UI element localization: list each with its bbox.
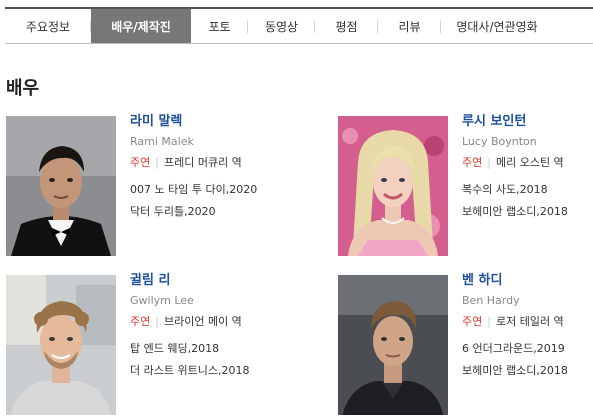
actor-photo[interactable]: [6, 275, 116, 415]
character-name: 브라이언 메이 역: [163, 315, 242, 328]
character-name: 프레디 머큐리 역: [163, 156, 242, 169]
filmography-item[interactable]: 더 라스트 위트니스,2018: [130, 360, 280, 382]
tab-bar: 주요정보 배우/제작진 포토 동영상 평점 리뷰 명대사/연관영화: [5, 7, 593, 44]
actor-english-name: Rami Malek: [130, 135, 194, 148]
tab-rating[interactable]: 평점: [315, 9, 378, 43]
actor-card: 벤 하디 Ben Hardy 주연 | 로저 테일러 역 6 언더그라운드,2019…: [338, 272, 593, 417]
filmography-item[interactable]: 탑 엔드 웨딩,2018: [130, 338, 280, 360]
filmography-list: 복수의 사도,2018 보헤미안 랩소디,2018: [462, 179, 593, 223]
tab-review[interactable]: 리뷰: [378, 9, 441, 43]
actor-photo[interactable]: [338, 275, 448, 415]
role-type: 주연: [462, 315, 483, 328]
actor-name-link[interactable]: 벤 하디: [462, 272, 593, 289]
tab-video[interactable]: 동영상: [248, 9, 315, 43]
actor-photo[interactable]: [338, 116, 448, 256]
actor-name-link[interactable]: 라미 말렉: [130, 113, 280, 130]
actor-portrait-blonde-pink-icon: [338, 116, 448, 256]
actor-card: 귈림 리 Gwilym Lee 주연 | 브라이언 메이 역 탑 엔드 웨딩,201…: [6, 273, 276, 417]
tab-label: 포토: [208, 19, 231, 34]
tab-quotes-related[interactable]: 명대사/연관영화: [441, 9, 553, 43]
tab-label: 배우/제작진: [111, 19, 171, 34]
role-divider: |: [155, 315, 159, 328]
actor-portrait-dark-suit-bowtie-icon: [6, 116, 116, 256]
tab-label: 동영상: [264, 19, 299, 34]
tab-label: 평점: [335, 19, 358, 34]
actor-role: 주연 | 브라이언 메이 역: [130, 314, 280, 329]
role-divider: |: [155, 156, 159, 169]
actor-english-name: Ben Hardy: [462, 294, 520, 307]
tab-label: 명대사/연관영화: [456, 19, 538, 34]
filmography-list: 6 언더그라운드,2019 보헤미안 랩소디,2018: [462, 338, 593, 382]
tab-main-info[interactable]: 주요정보: [5, 9, 91, 43]
actor-role: 주연 | 로저 테일러 역: [462, 314, 593, 329]
role-divider: |: [487, 315, 491, 328]
actor-role: 주연 | 메리 오스틴 역: [462, 155, 593, 170]
actor-english-name: Lucy Boynton: [462, 135, 537, 148]
actor-info: 벤 하디 Ben Hardy 주연 | 로저 테일러 역 6 언더그라운드,2019…: [462, 272, 593, 382]
actor-info: 루시 보인턴 Lucy Boynton 주연 | 메리 오스틴 역 복수의 사도,2…: [462, 113, 593, 223]
filmography-item[interactable]: 닥터 두리틀,2020: [130, 201, 280, 223]
filmography-list: 탑 엔드 웨딩,2018 더 라스트 위트니스,2018: [130, 338, 280, 382]
section-title: 배우: [6, 78, 40, 99]
filmography-item[interactable]: 복수의 사도,2018: [462, 179, 593, 201]
filmography-item[interactable]: 007 노 타임 투 다이,2020: [130, 179, 280, 201]
filmography-item[interactable]: 6 언더그라운드,2019: [462, 338, 593, 360]
actor-card: 루시 보인턴 Lucy Boynton 주연 | 메리 오스틴 역 복수의 사도,2…: [338, 113, 593, 258]
actor-name-link[interactable]: 루시 보인턴: [462, 113, 593, 130]
actor-card: 라미 말렉 Rami Malek 주연 | 프레디 머큐리 역 007 노 타임 투…: [6, 114, 276, 258]
actor-photo[interactable]: [6, 116, 116, 256]
tab-cast-crew[interactable]: 배우/제작진: [91, 9, 191, 43]
actor-info: 라미 말렉 Rami Malek 주연 | 프레디 머큐리 역 007 노 타임 투…: [130, 113, 280, 223]
character-name: 로저 테일러 역: [495, 315, 564, 328]
role-type: 주연: [130, 315, 151, 328]
role-divider: |: [487, 156, 491, 169]
actor-name-link[interactable]: 귈림 리: [130, 272, 280, 289]
role-type: 주연: [462, 156, 483, 169]
tab-label: 주요정보: [25, 19, 71, 34]
actor-english-name: Gwilym Lee: [130, 294, 194, 307]
actor-portrait-curly-hair-outdoor-icon: [6, 275, 116, 415]
role-type: 주연: [130, 156, 151, 169]
character-name: 메리 오스틴 역: [495, 156, 564, 169]
actor-role: 주연 | 프레디 머큐리 역: [130, 155, 280, 170]
actor-info: 귈림 리 Gwilym Lee 주연 | 브라이언 메이 역 탑 엔드 웨딩,201…: [130, 272, 280, 382]
filmography-list: 007 노 타임 투 다이,2020 닥터 두리틀,2020: [130, 179, 280, 223]
filmography-item[interactable]: 보헤미안 랩소디,2018: [462, 201, 593, 223]
filmography-item[interactable]: 보헤미안 랩소디,2018: [462, 360, 593, 382]
tab-photo[interactable]: 포토: [191, 9, 248, 43]
tab-label: 리뷰: [398, 19, 421, 34]
actor-portrait-dark-jacket-icon: [338, 275, 448, 415]
